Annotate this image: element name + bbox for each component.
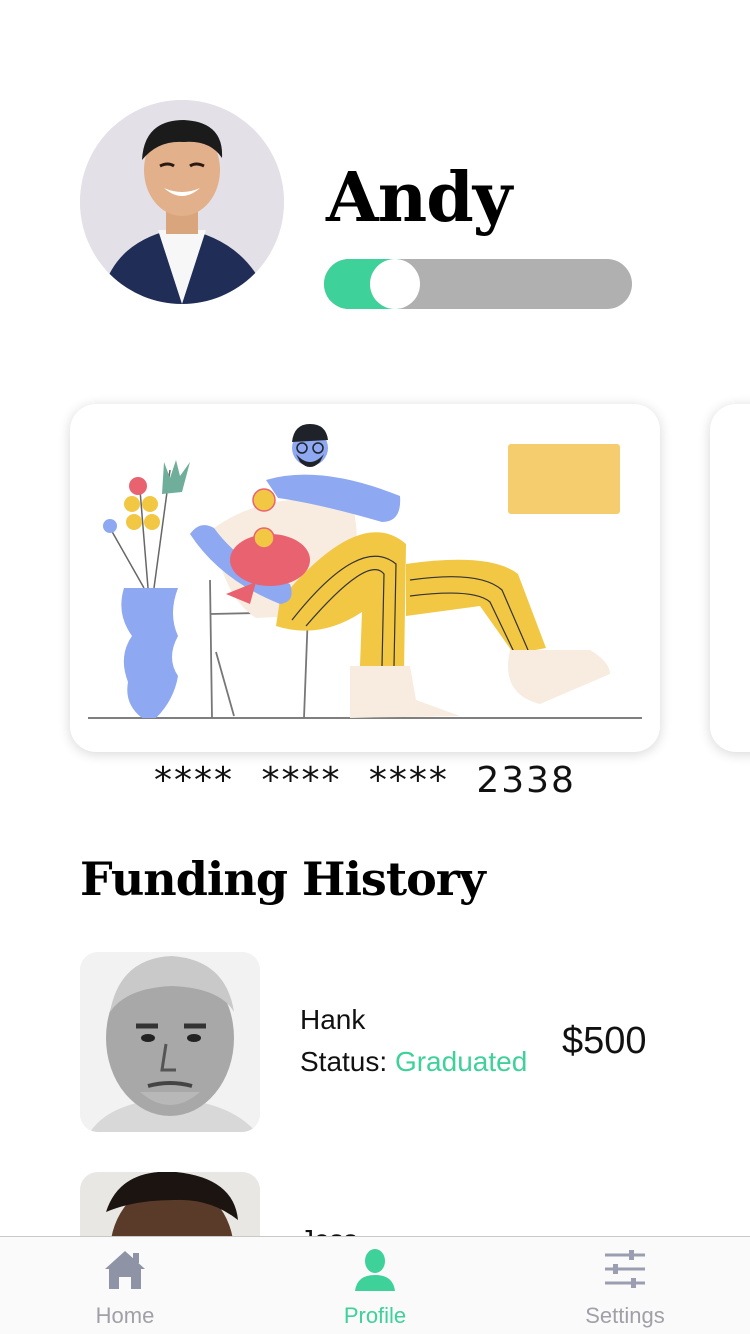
card-number: **** **** **** 2338 [154, 760, 576, 801]
tab-bar: Home Profile Settings [0, 1236, 750, 1334]
profile-screen: Andy **** **** **** 2338 Funding History… [0, 0, 750, 1334]
tab-settings[interactable]: Settings [500, 1237, 750, 1334]
status-label: Status: [300, 1046, 388, 1077]
tab-label: Settings [585, 1303, 665, 1328]
tab-profile[interactable]: Profile [250, 1237, 500, 1334]
tab-home[interactable]: Home [0, 1237, 250, 1334]
sliders-icon [605, 1250, 645, 1288]
user-name: Andy [326, 158, 512, 238]
tab-label: Profile [343, 1303, 407, 1328]
next-card-peek[interactable] [710, 404, 750, 752]
status-value: Graduated [394, 1046, 528, 1077]
tab-label: Home [95, 1303, 155, 1328]
row-avatar [80, 952, 260, 1132]
section-title: Funding History [80, 852, 486, 906]
payment-card[interactable] [70, 404, 660, 752]
avatar-photo [80, 100, 284, 304]
card-illustration [88, 424, 642, 719]
status-toggle[interactable] [324, 259, 632, 309]
home-icon [105, 1251, 145, 1289]
portrait-photo [80, 952, 260, 1132]
row-status: Status: Graduated [300, 1046, 527, 1078]
profile-icon [355, 1249, 395, 1291]
toggle-knob[interactable] [370, 259, 420, 309]
row-name: Hank [300, 1004, 366, 1035]
funding-row[interactable]: Hank Status: Graduated $500 [0, 952, 750, 1142]
row-amount: $500 [562, 1020, 647, 1062]
user-avatar[interactable] [80, 100, 284, 304]
